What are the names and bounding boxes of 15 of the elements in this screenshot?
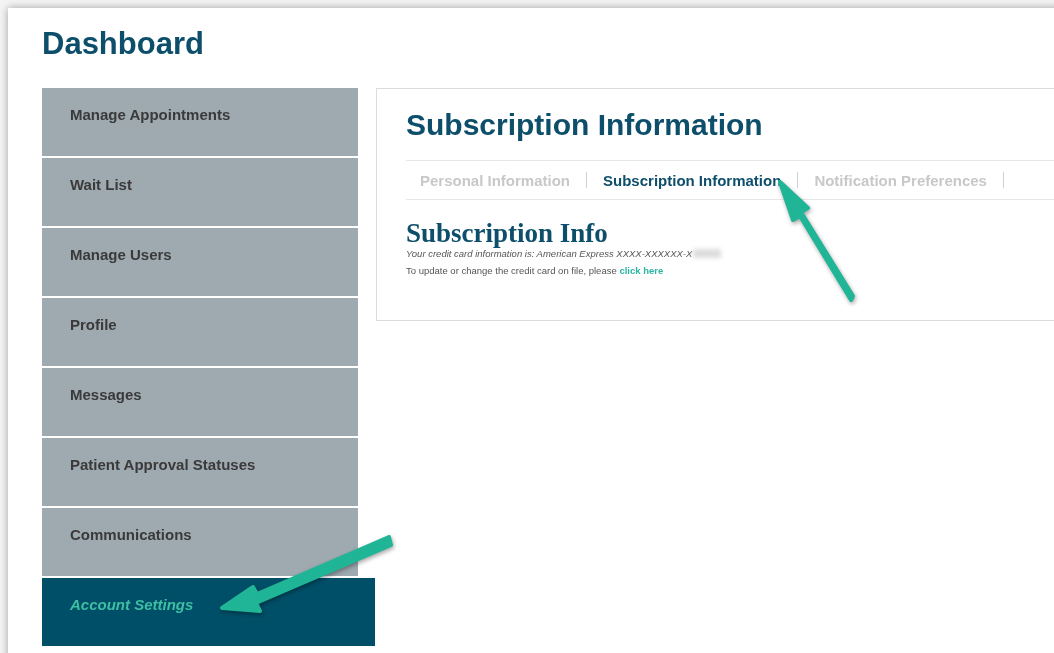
sidebar-item[interactable]: Wait List [42, 158, 358, 226]
sidebar-item[interactable]: Messages [42, 368, 358, 436]
sidebar-item[interactable]: Profile [42, 298, 358, 366]
sidebar-item[interactable]: Manage Users [42, 228, 358, 296]
sidebar-item[interactable]: Patient Approval Statuses [42, 438, 358, 506]
tab[interactable]: Subscription Information [603, 171, 782, 189]
click-here-link[interactable]: click here [619, 265, 664, 276]
card-info-text: Your credit card information is: American Express XXXX-XXXXXX-X [406, 248, 693, 259]
sidebar-item[interactable]: Manage Appointments [42, 88, 358, 156]
section-heading: Subscription Info [406, 219, 608, 247]
sidebar-item[interactable]: Communications [42, 508, 358, 576]
page-title: Dashboard [42, 26, 204, 62]
sidebar-item[interactable]: Account Settings [42, 578, 375, 646]
panel-title: Subscription Information [406, 107, 763, 143]
update-card-text: To update or change the credit card on file, please click here [406, 265, 664, 276]
